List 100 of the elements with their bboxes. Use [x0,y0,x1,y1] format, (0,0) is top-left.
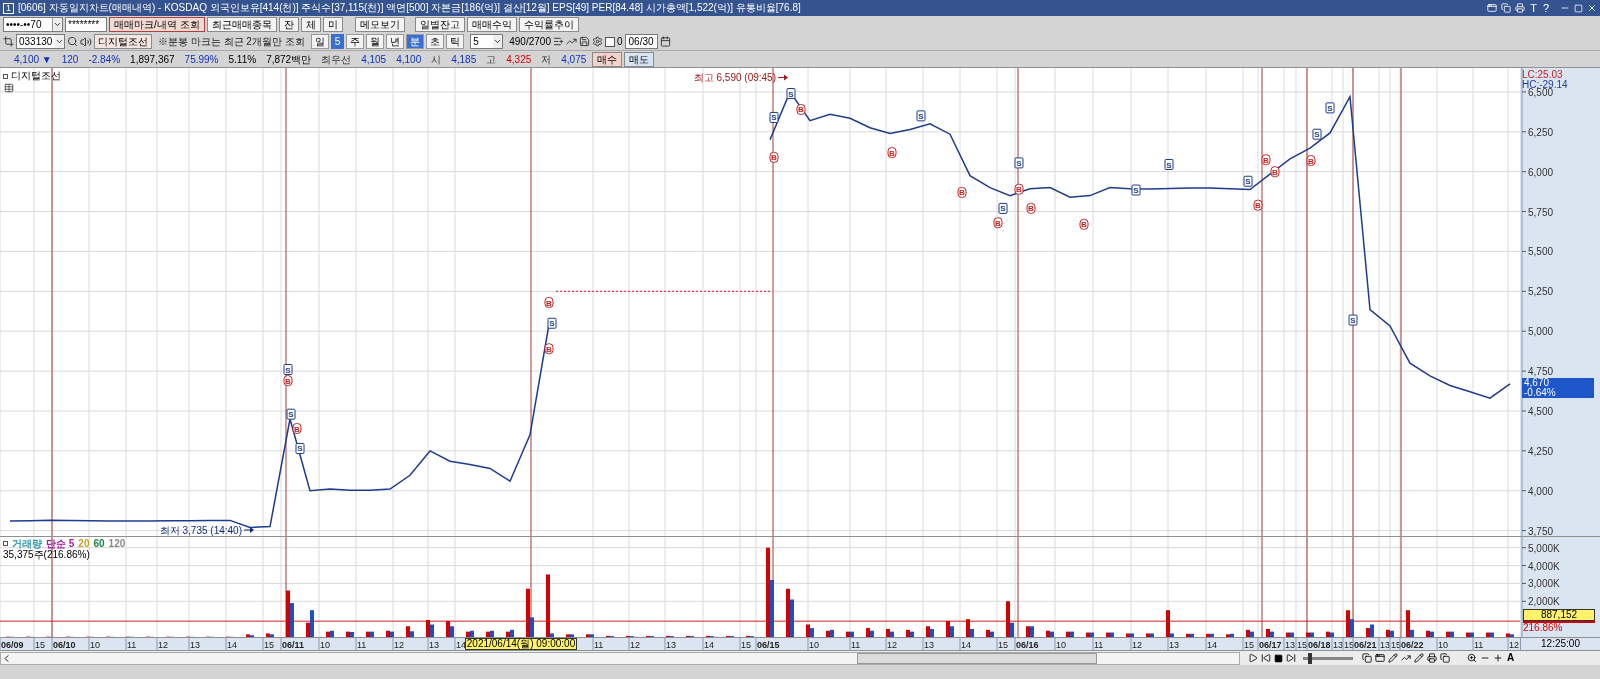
interval-field[interactable]: 5 [470,34,504,49]
current-price: 4,670 [1524,377,1550,388]
speaker-icon[interactable] [80,35,92,48]
period-tab[interactable]: 틱 [446,34,465,49]
close-icon[interactable] [1587,3,1597,13]
sell-marker: S [1131,184,1141,196]
printer-icon[interactable] [1515,3,1526,13]
trend-icon[interactable] [565,36,577,47]
zoom-in-icon[interactable] [1493,653,1503,663]
sell-marker: S [769,111,779,123]
calendar-icon[interactable] [659,36,671,47]
search-icon[interactable] [67,36,78,47]
pencil-icon[interactable] [1414,653,1424,663]
buy-button[interactable]: 매수 [592,51,623,67]
maximize-icon[interactable] [1574,3,1583,13]
time-tick-label: 13 [1169,640,1179,650]
copy-icon[interactable] [1362,653,1372,663]
sell-button[interactable]: 매도 [624,51,655,67]
sell-marker: S [1164,159,1174,170]
account-field[interactable]: ••••-••70 [3,17,63,32]
date-field[interactable]: 06/30 [624,34,658,49]
buy-marker: B [957,186,967,198]
skip-forward-icon[interactable] [1286,653,1296,663]
time-tick-label: 15 [741,640,751,650]
stock-name-field[interactable]: 디지털조선 [94,34,152,49]
time-tick-label: 13 [190,640,200,650]
scrollbar[interactable] [0,651,1240,665]
period-tab[interactable]: 분 [406,34,425,49]
save-icon[interactable] [578,36,590,47]
time-tick-label: 06/16 [1016,640,1039,650]
time-tick-label: 12 [1509,640,1519,650]
axis-tick-label: 2,000K [1528,596,1560,608]
period-tab[interactable]: 년 [386,34,405,49]
copy-icon[interactable] [1440,653,1450,663]
toolbar-button[interactable]: 매매마크/내역 조회 [109,17,205,33]
period-tab[interactable]: 월 [366,34,385,49]
time-tick-label: 13 [1380,640,1390,650]
toolbar-button[interactable]: 잔 [278,17,299,33]
skip-back-icon[interactable] [1261,653,1271,663]
checkbox[interactable] [604,36,615,47]
time-tick-label: 11 [1474,640,1484,650]
period-tab[interactable]: 일 [310,34,329,49]
pencil-icon[interactable] [1388,653,1398,663]
password-field[interactable]: ******** [65,17,107,32]
title-tool-button[interactable]: ? [1541,1,1550,15]
buy-marker: B [1014,183,1024,195]
time-tick-label: 13 [666,640,676,650]
day-count-field[interactable]: 5 [330,34,345,49]
buy-marker: B [1026,202,1036,214]
scroll-thumb[interactable] [857,652,1097,664]
zoom-icon[interactable] [1467,653,1477,663]
window-icon[interactable] [1375,653,1385,663]
pane-icon [3,541,8,546]
crop-icon[interactable] [3,36,14,47]
copy-icon[interactable] [1501,3,1512,13]
time-tick-label: 10 [90,640,100,650]
sell-marker: S [1243,175,1253,187]
printer-icon[interactable] [1427,653,1437,663]
sell-marker: S [786,88,796,99]
time-tick-label: 15 [1244,640,1254,650]
buy-marker: B [993,217,1003,229]
buy-marker: B [1306,155,1316,166]
time-tick-label: 15 [1344,640,1354,650]
dropdown-icon[interactable] [52,18,62,31]
time-tick-label: 06/11 [282,640,305,650]
slider-thumb[interactable] [1307,652,1312,664]
axis-tick-label: 5,250 [1528,286,1554,298]
toolbar-button[interactable]: 최근매매종목 [206,17,277,33]
toolbar-button[interactable]: 메모보기 [354,17,405,33]
list-add-icon[interactable] [552,36,564,47]
buy-marker: B [887,147,897,159]
time-tick-label: 10 [1438,640,1448,650]
pane-icon [3,73,8,79]
axis-tick-label: 4,000K [1528,560,1560,572]
sell-marker: S [283,364,293,375]
period-tab[interactable]: 주 [346,34,365,49]
time-tick-label: 06/10 [53,640,76,650]
axis-tick-label: 3,750 [1528,525,1554,537]
buy-marker: B [283,375,293,387]
toolbar-button[interactable]: 매매수익 [466,17,517,33]
settings-icon[interactable] [591,36,603,47]
trend-icon[interactable] [1401,653,1411,663]
play-icon[interactable] [1248,653,1258,663]
zoom-reset-button[interactable]: A [1506,652,1516,664]
time-tick-label: 13 [1285,640,1295,650]
buy-marker: B [1253,199,1263,211]
toolbar-button[interactable]: 일별잔고 [414,17,465,33]
toolbar-button[interactable]: 수익률추이 [518,17,579,33]
dropdown-icon[interactable] [55,35,64,48]
quote-label: 고 [486,52,497,66]
buy-marker: B [544,297,554,308]
title-tool-button[interactable]: T [1529,1,1538,15]
period-tab[interactable]: 초 [426,34,445,49]
checkbox-label: 0 [616,35,623,48]
toolbar-button[interactable]: 미 [322,17,343,33]
toolbar-button[interactable]: 체 [300,17,321,33]
code-field[interactable]: 033130 [16,34,65,49]
stop-icon[interactable] [1274,653,1283,663]
dropdown-icon[interactable] [493,35,503,48]
table-icon[interactable] [4,83,14,93]
